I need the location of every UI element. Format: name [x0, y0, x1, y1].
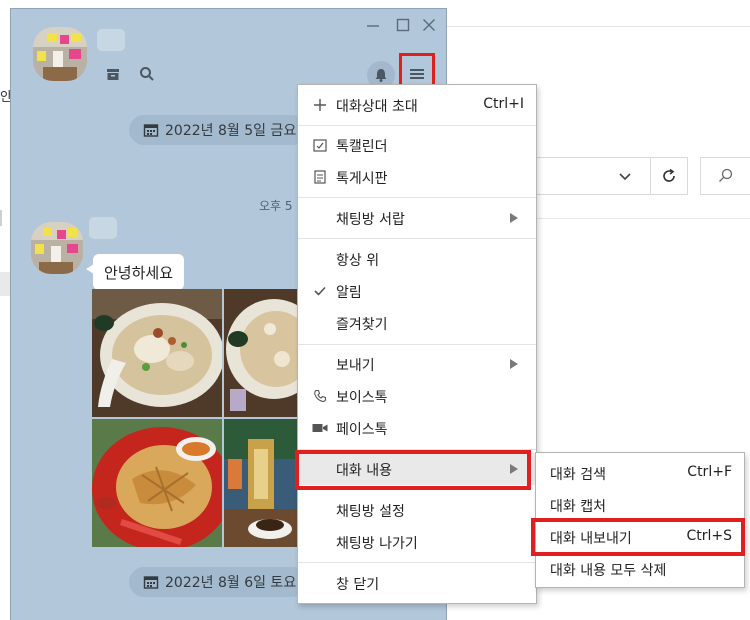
menu-separator [298, 125, 536, 126]
menu-item-label: 즐겨찾기 [336, 317, 388, 333]
document-icon [312, 169, 328, 185]
calendar-check-icon [312, 137, 328, 153]
sender-name-placeholder [89, 217, 117, 239]
submenu-item-label: 대화 내보내기 [550, 531, 632, 547]
background-window-border [447, 26, 750, 27]
date-text: 2022년 8월 6일 토요일 [165, 575, 307, 591]
menu-item-face-talk[interactable]: 페이스톡 [298, 412, 536, 444]
calendar-icon [143, 576, 159, 589]
menu-item-label: 대화상대 초대 [336, 99, 418, 115]
submenu-item-shortcut: Ctrl+S [686, 528, 732, 544]
menu-item-chatroom-settings[interactable]: 채팅방 설정 [298, 494, 536, 526]
checkmark-icon [312, 283, 328, 299]
chat-content-submenu: 대화 검색 Ctrl+F 대화 캡처 대화 내보내기 Ctrl+S 대화 내용 … [535, 452, 745, 588]
photo-fried-noodles[interactable] [92, 419, 222, 547]
menu-item-label: 알림 [336, 285, 362, 301]
menu-item-label: 채팅방 서랍 [336, 212, 405, 228]
menu-item-send[interactable]: 보내기 [298, 348, 536, 380]
menu-item-notifications[interactable]: 알림 [298, 275, 536, 307]
search-icon[interactable] [139, 66, 155, 82]
calendar-icon [143, 124, 159, 137]
date-divider-2: 2022년 8월 6일 토요일 [129, 567, 307, 597]
submenu-item-delete-all-chat[interactable]: 대화 내용 모두 삭제 [536, 553, 744, 585]
phone-icon [312, 388, 328, 404]
menu-separator [298, 197, 536, 198]
menu-item-board[interactable]: 톡게시판 [298, 161, 536, 193]
maximize-icon[interactable] [395, 17, 411, 33]
date-text: 2022년 8월 5일 금요일 [165, 123, 307, 139]
explorer-search-button[interactable] [700, 157, 750, 195]
menu-item-label: 톡게시판 [336, 171, 388, 187]
menu-item-label: 항상 위 [336, 253, 380, 269]
menu-item-invite[interactable]: 대화상대 초대 Ctrl+I [298, 89, 536, 121]
video-camera-icon [312, 420, 328, 436]
menu-item-label: 창 닫기 [336, 577, 380, 593]
menu-item-shortcut: Ctrl+I [483, 96, 524, 112]
submenu-item-search-chat[interactable]: 대화 검색 Ctrl+F [536, 457, 744, 489]
refresh-icon [663, 168, 675, 182]
submenu-arrow-icon [510, 213, 518, 223]
photo-drinks-table[interactable] [224, 419, 300, 547]
menu-item-label: 보내기 [336, 358, 375, 374]
menu-item-voice-talk[interactable]: 보이스톡 [298, 380, 536, 412]
background-divider [0, 210, 2, 226]
hamburger-menu-icon [410, 69, 424, 79]
menu-separator [298, 562, 536, 563]
menu-item-label: 채팅방 설정 [336, 504, 405, 520]
submenu-item-label: 대화 캡처 [550, 499, 606, 515]
message-bubble[interactable]: 안녕하세요 [85, 254, 185, 290]
profile-name-placeholder [97, 29, 125, 51]
menu-item-close-window[interactable]: 창 닫기 [298, 567, 536, 599]
menu-item-label: 보이스톡 [336, 390, 388, 406]
menu-item-always-on-top[interactable]: 항상 위 [298, 243, 536, 275]
submenu-arrow-icon [510, 359, 518, 369]
menu-separator [298, 238, 536, 239]
chat-options-menu: 대화상대 초대 Ctrl+I 톡캘린더 톡게시판 채팅방 서랍 항상 위 알림 … [297, 84, 537, 604]
submenu-item-export-chat[interactable]: 대화 내보내기 Ctrl+S [536, 521, 744, 553]
chevron-down-icon[interactable] [618, 168, 638, 184]
profile-avatar[interactable] [33, 27, 87, 81]
minimize-icon[interactable] [365, 17, 381, 33]
submenu-item-shortcut: Ctrl+F [687, 464, 732, 480]
submenu-item-label: 대화 내용 모두 삭제 [550, 563, 667, 579]
menu-item-label: 톡캘린더 [336, 139, 388, 155]
menu-item-label: 채팅방 나가기 [336, 536, 418, 552]
menu-separator [298, 449, 536, 450]
refresh-button[interactable] [650, 157, 688, 195]
menu-item-label: 페이스톡 [336, 422, 388, 438]
submenu-item-label: 대화 검색 [550, 467, 606, 483]
search-icon [718, 168, 732, 182]
plus-icon [312, 97, 328, 113]
menu-item-leave-chatroom[interactable]: 채팅방 나가기 [298, 526, 536, 558]
message-text: 안녕하세요 [104, 263, 174, 282]
menu-item-favorites[interactable]: 즐겨찾기 [298, 307, 536, 339]
drawer-icon[interactable] [105, 66, 121, 82]
menu-item-chat-content[interactable]: 대화 내용 [298, 453, 536, 485]
submenu-arrow-icon [510, 464, 518, 474]
photo-soup-side[interactable] [224, 289, 300, 417]
menu-item-drawer[interactable]: 채팅방 서랍 [298, 202, 536, 234]
photo-noodle-soup[interactable] [92, 289, 222, 417]
date-divider: 2022년 8월 5일 금요일 [129, 115, 307, 145]
sender-avatar[interactable] [31, 222, 83, 274]
submenu-item-capture-chat[interactable]: 대화 캡처 [536, 489, 744, 521]
close-icon[interactable] [421, 17, 437, 33]
menu-item-calendar[interactable]: 톡캘린더 [298, 129, 536, 161]
menu-item-label: 대화 내용 [336, 463, 392, 479]
menu-separator [298, 344, 536, 345]
background-divider-line [536, 218, 750, 219]
time-divider: 오후 5 [259, 199, 293, 213]
